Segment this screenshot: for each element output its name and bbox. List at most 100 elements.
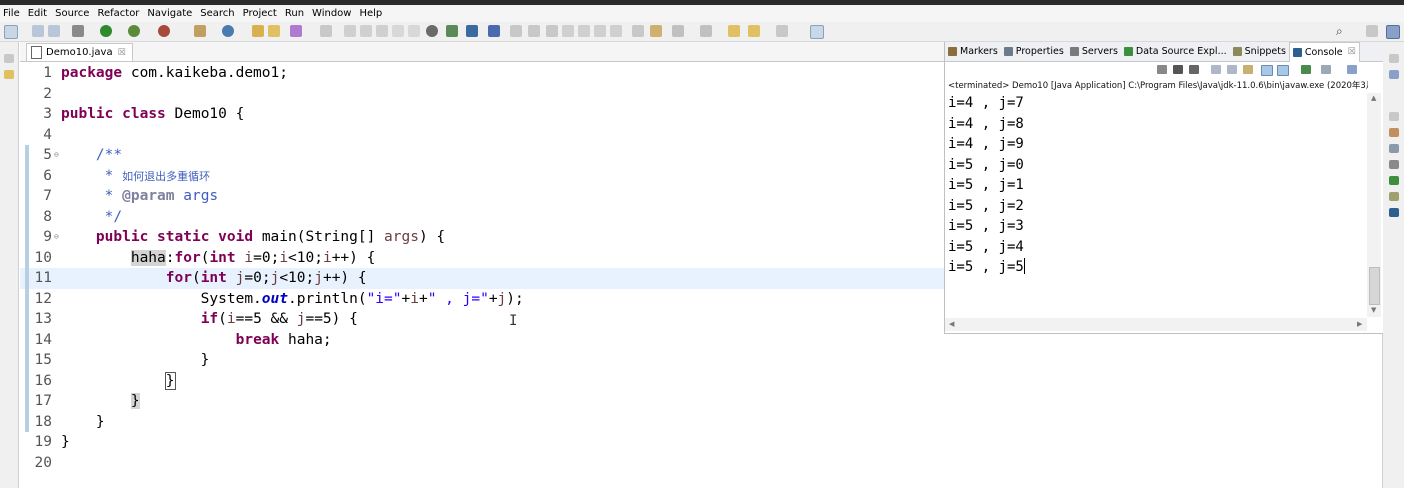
quick-search-icon[interactable]: ⌕: [1336, 24, 1343, 39]
outline-icon[interactable]: [1389, 70, 1399, 79]
code-line[interactable]: 16 }: [20, 370, 1382, 391]
menu-help[interactable]: Help: [356, 5, 387, 22]
forward-icon[interactable]: [776, 25, 788, 37]
console-output[interactable]: i=4 , j=7 i=4 , j=8 i=4 , j=9 i=5 , j=0 i=5 …: [948, 93, 1368, 278]
tab-servers[interactable]: Servers: [1067, 42, 1121, 61]
resume-icon[interactable]: [510, 25, 522, 37]
scroll-thumb[interactable]: [1369, 267, 1380, 305]
new-icon[interactable]: [4, 25, 18, 39]
remove-all-icon[interactable]: [1189, 65, 1199, 74]
step-into-icon[interactable]: [578, 25, 590, 37]
external-tools-icon[interactable]: [158, 25, 170, 37]
clear-console-icon[interactable]: [1211, 65, 1221, 74]
search-tool-icon[interactable]: [290, 25, 302, 37]
code-line[interactable]: 20: [20, 453, 1382, 474]
menu-run[interactable]: Run: [282, 5, 309, 22]
package-explorer-icon[interactable]: [4, 70, 14, 79]
new-java-project-icon[interactable]: [194, 25, 206, 37]
snippets-icon[interactable]: [1389, 192, 1399, 201]
whitespace-icon[interactable]: [392, 25, 404, 37]
history-icon[interactable]: [672, 25, 684, 37]
terminate-icon[interactable]: [1157, 65, 1167, 74]
menu-edit[interactable]: Edit: [25, 5, 52, 22]
word-wrap-icon[interactable]: [1243, 65, 1253, 74]
next-annotation-icon[interactable]: [632, 25, 644, 37]
open-type-icon[interactable]: [252, 25, 264, 37]
menu-navigate[interactable]: Navigate: [144, 5, 197, 22]
menu-window[interactable]: Window: [309, 5, 356, 22]
coverage-icon[interactable]: [128, 25, 140, 37]
display-console-icon[interactable]: [1321, 65, 1331, 74]
back-icon[interactable]: [728, 25, 740, 37]
tab-snippets[interactable]: Snippets: [1230, 42, 1289, 61]
tab-properties[interactable]: Properties: [1001, 42, 1067, 61]
scroll-left-icon[interactable]: ◀: [949, 320, 954, 328]
prev-edit-icon[interactable]: [700, 25, 712, 37]
open-perspective-icon[interactable]: [810, 25, 824, 39]
scroll-lock-icon[interactable]: [1227, 65, 1237, 74]
scroll-down-icon[interactable]: ▼: [1371, 306, 1376, 314]
toggle-mark-icon[interactable]: [360, 25, 372, 37]
pin-icon[interactable]: [320, 25, 332, 37]
open-folder-icon[interactable]: [268, 25, 280, 37]
scroll-right-icon[interactable]: ▶: [1357, 320, 1362, 328]
data-source-icon[interactable]: [1389, 176, 1399, 185]
console-output-line: i=5 , j=2: [948, 196, 1368, 217]
save-icon[interactable]: [32, 25, 44, 37]
menu-project[interactable]: Project: [240, 5, 282, 22]
code-line[interactable]: 19}: [20, 432, 1382, 453]
scroll-up-icon[interactable]: ▲: [1371, 94, 1376, 102]
editor-tab-demo10[interactable]: Demo10.java ☒: [26, 43, 133, 61]
menu-file[interactable]: File: [0, 5, 25, 22]
tab-console[interactable]: Console ☒: [1288, 41, 1360, 62]
restore-icon[interactable]: [1389, 112, 1399, 121]
terminate-icon[interactable]: [546, 25, 558, 37]
task-icon[interactable]: [650, 25, 662, 37]
globe-icon[interactable]: [426, 25, 438, 37]
console-vertical-scrollbar[interactable]: ▲ ▼: [1367, 93, 1381, 317]
change-marker: [25, 288, 29, 309]
code-line[interactable]: 18 }: [20, 411, 1382, 432]
code-line[interactable]: 17 }: [20, 391, 1382, 412]
close-icon[interactable]: ☒: [1348, 47, 1356, 57]
perspective-icon[interactable]: [1366, 25, 1378, 37]
open-console-icon[interactable]: [1347, 65, 1357, 74]
suspend-icon[interactable]: [528, 25, 540, 37]
show-on-error-icon[interactable]: [1277, 65, 1289, 76]
remove-launch-icon[interactable]: [1173, 65, 1183, 74]
close-icon[interactable]: ☒: [118, 48, 126, 58]
block-selection-icon[interactable]: [376, 25, 388, 37]
tab-data-source-expl[interactable]: Data Source Expl...: [1121, 42, 1230, 61]
pilcrow-icon[interactable]: [408, 25, 420, 37]
new-class-icon[interactable]: [222, 25, 234, 37]
step-return-icon[interactable]: [610, 25, 622, 37]
java-perspective-icon[interactable]: [1386, 25, 1400, 39]
tab-markers[interactable]: Markers: [945, 42, 1001, 61]
console-icon[interactable]: [1389, 208, 1399, 217]
pointer-icon[interactable]: [488, 25, 500, 37]
back-history-icon[interactable]: [748, 25, 760, 37]
console-horizontal-scrollbar[interactable]: ◀ ▶: [945, 318, 1367, 331]
menu-source[interactable]: Source: [52, 5, 94, 22]
annotation-icon[interactable]: [344, 25, 356, 37]
refresh-icon[interactable]: [446, 25, 458, 37]
code-line[interactable]: 15 }: [20, 350, 1382, 371]
restore-icon[interactable]: [4, 54, 14, 63]
show-on-output-icon[interactable]: [1261, 65, 1273, 76]
fold-toggle-icon[interactable]: ⊖: [54, 227, 59, 248]
disconnect-icon[interactable]: [562, 25, 574, 37]
properties-icon[interactable]: [1389, 144, 1399, 153]
markers-icon[interactable]: [1389, 128, 1399, 137]
code-text: }: [61, 413, 105, 430]
terminal-icon[interactable]: [466, 25, 478, 37]
run-icon[interactable]: [100, 25, 112, 37]
menu-refactor[interactable]: Refactor: [94, 5, 144, 22]
pin-console-icon[interactable]: [1301, 65, 1311, 74]
restore-icon[interactable]: [1389, 54, 1399, 63]
menu-search[interactable]: Search: [197, 5, 239, 22]
fold-toggle-icon[interactable]: ⊖: [54, 145, 59, 166]
debug-icon[interactable]: [72, 25, 84, 37]
servers-icon[interactable]: [1389, 160, 1399, 169]
save-all-icon[interactable]: [48, 25, 60, 37]
step-over-icon[interactable]: [594, 25, 606, 37]
